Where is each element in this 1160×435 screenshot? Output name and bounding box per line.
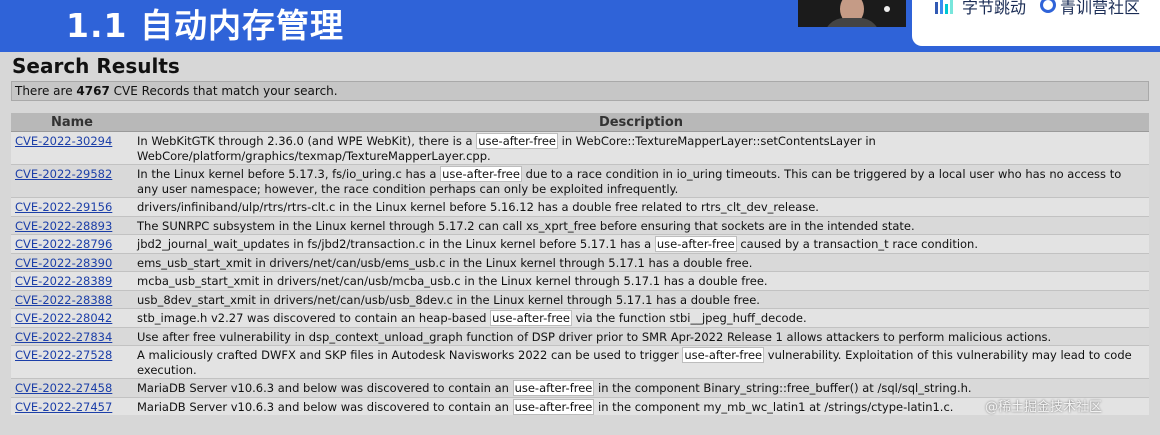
column-header-description: Description	[133, 113, 1149, 132]
brand-box: 字节跳动 青训营社区	[912, 0, 1160, 46]
cve-description: mcba_usb_start_xmit in drivers/net/can/u…	[133, 271, 1149, 290]
table-row: CVE-2022-28796 jbd2_journal_wait_updates …	[11, 234, 1149, 253]
cve-id-link[interactable]: CVE-2022-27834	[15, 330, 112, 344]
search-term-highlight: use-after-free	[512, 398, 595, 415]
search-term-highlight: use-after-free	[476, 133, 559, 149]
cve-id-link[interactable]: CVE-2022-28388	[15, 293, 112, 307]
cve-id-link[interactable]: CVE-2022-28390	[15, 256, 112, 270]
table-row: CVE-2022-29156 drivers/infiniband/ulp/rtr…	[11, 197, 1149, 216]
search-term-highlight: use-after-free	[682, 347, 765, 363]
description-text: via the function stbi__jpeg_huff_decode.	[571, 311, 807, 325]
cve-id-link[interactable]: CVE-2022-29156	[15, 200, 112, 214]
table-row: CVE-2022-27528 A maliciously crafted DWFX…	[11, 345, 1149, 379]
description-text: jbd2_journal_wait_updates in fs/jbd2/tra…	[137, 237, 655, 251]
results-table-body: CVE-2022-30294 In WebKitGTK through 2.36.…	[11, 131, 1149, 415]
cve-id-link[interactable]: CVE-2022-30294	[15, 134, 112, 148]
description-text: stb_image.h v2.27 was discovered to cont…	[137, 311, 491, 325]
cve-id-link[interactable]: CVE-2022-27528	[15, 348, 112, 362]
cve-description: usb_8dev_start_xmit in drivers/net/can/u…	[133, 289, 1149, 309]
cve-id-cell: CVE-2022-27528	[11, 345, 133, 379]
result-count: 4767	[76, 84, 110, 98]
search-term-highlight: use-after-free	[512, 380, 595, 396]
cve-id-link[interactable]: CVE-2022-28796	[15, 237, 112, 251]
table-row: CVE-2022-29582 In the Linux kernel before…	[11, 164, 1149, 198]
cve-id-cell: CVE-2022-28042	[11, 308, 133, 327]
cve-id-link[interactable]: CVE-2022-27457	[15, 400, 112, 414]
search-term-highlight: use-after-free	[654, 236, 737, 252]
result-count-bar: There are 4767 CVE Records that match yo…	[11, 81, 1149, 101]
cve-id-cell: CVE-2022-28389	[11, 271, 133, 290]
presenter-webcam	[798, 0, 906, 27]
table-row: CVE-2022-28390 ems_usb_start_xmit in driv…	[11, 252, 1149, 272]
count-prefix: There are	[15, 84, 73, 98]
table-row: CVE-2022-28388 usb_8dev_start_xmit in dri…	[11, 289, 1149, 309]
search-term-highlight: use-after-free	[440, 166, 522, 182]
column-header-name[interactable]: Name	[11, 113, 133, 132]
results-table: Name Description CVE-2022-30294 In WebKit…	[11, 113, 1149, 415]
table-row: CVE-2022-28042 stb_image.h v2.27 was disc…	[11, 308, 1149, 327]
cve-id-link[interactable]: CVE-2022-27458	[15, 381, 112, 395]
search-term-highlight: use-after-free	[490, 310, 572, 326]
description-text: MariaDB Server v10.6.3 and below was dis…	[137, 381, 513, 395]
table-row: CVE-2022-28893 The SUNRPC subsystem in th…	[11, 215, 1149, 235]
cve-description: In the Linux kernel before 5.17.3, fs/io…	[133, 164, 1149, 198]
description-text: MariaDB Server v10.6.3 and below was dis…	[137, 399, 513, 414]
cve-description: Use after free vulnerability in dsp_cont…	[133, 326, 1149, 346]
cve-description: jbd2_journal_wait_updates in fs/jbd2/tra…	[133, 234, 1149, 253]
table-row: CVE-2022-30294 In WebKitGTK through 2.36.…	[11, 131, 1149, 165]
cve-id-link[interactable]: CVE-2022-28389	[15, 274, 112, 288]
search-results-page: Search Results There are 4767 CVE Record…	[0, 52, 1160, 435]
table-header-row: Name Description	[11, 113, 1149, 132]
page-title: Search Results	[12, 54, 180, 78]
count-suffix: CVE Records that match your search.	[113, 84, 338, 98]
cve-description: A maliciously crafted DWFX and SKP files…	[133, 345, 1149, 379]
description-text: A maliciously crafted DWFX and SKP files…	[137, 348, 683, 362]
cve-description: In WebKitGTK through 2.36.0 (and WPE Web…	[133, 131, 1149, 165]
brand-name: 字节跳动	[962, 0, 1027, 17]
cve-id-cell: CVE-2022-29156	[11, 197, 133, 216]
cve-id-link[interactable]: CVE-2022-28893	[15, 219, 112, 233]
cve-description: ems_usb_start_xmit in drivers/net/can/us…	[133, 252, 1149, 272]
cve-id-cell: CVE-2022-28796	[11, 234, 133, 253]
table-row: CVE-2022-27457 MariaDB Server v10.6.3 and…	[11, 396, 1149, 415]
cve-id-cell: CVE-2022-27834	[11, 326, 133, 346]
bytedance-logo-icon	[935, 0, 953, 14]
cve-id-cell: CVE-2022-29582	[11, 164, 133, 198]
cve-description: MariaDB Server v10.6.3 and below was dis…	[133, 378, 1149, 397]
table-row: CVE-2022-27834 Use after free vulnerabili…	[11, 326, 1149, 346]
description-text: in the component my_mb_wc_latin1 at /str…	[594, 399, 954, 414]
cve-id-cell: CVE-2022-28893	[11, 215, 133, 235]
cve-description: stb_image.h v2.27 was discovered to cont…	[133, 308, 1149, 327]
community-logo-icon	[1040, 0, 1056, 13]
table-row: CVE-2022-28389 mcba_usb_start_xmit in dri…	[11, 271, 1149, 290]
cve-id-cell: CVE-2022-27457	[11, 396, 133, 415]
table-row: CVE-2022-27458 MariaDB Server v10.6.3 and…	[11, 378, 1149, 397]
watermark: @稀土掘金技术社区	[985, 400, 1103, 415]
description-text: in the component Binary_string::free_buf…	[594, 381, 972, 395]
description-text: In WebKitGTK through 2.36.0 (and WPE Web…	[137, 134, 477, 148]
community-name: 青训营社区	[1060, 0, 1141, 17]
cve-description: drivers/infiniband/ulp/rtrs/rtrs-clt.c i…	[133, 197, 1149, 216]
cve-id-link[interactable]: CVE-2022-28042	[15, 311, 112, 325]
description-text: caused by a transaction_t race condition…	[736, 237, 979, 251]
cve-id-cell: CVE-2022-28390	[11, 252, 133, 272]
cve-id-cell: CVE-2022-28388	[11, 289, 133, 309]
slide-title: 1.1 自动内存管理	[66, 6, 344, 45]
cve-id-cell: CVE-2022-27458	[11, 378, 133, 397]
description-text: In the Linux kernel before 5.17.3, fs/io…	[137, 167, 441, 181]
cve-description: The SUNRPC subsystem in the Linux kernel…	[133, 215, 1149, 235]
cve-id-cell: CVE-2022-30294	[11, 131, 133, 165]
cve-id-link[interactable]: CVE-2022-29582	[15, 167, 112, 181]
